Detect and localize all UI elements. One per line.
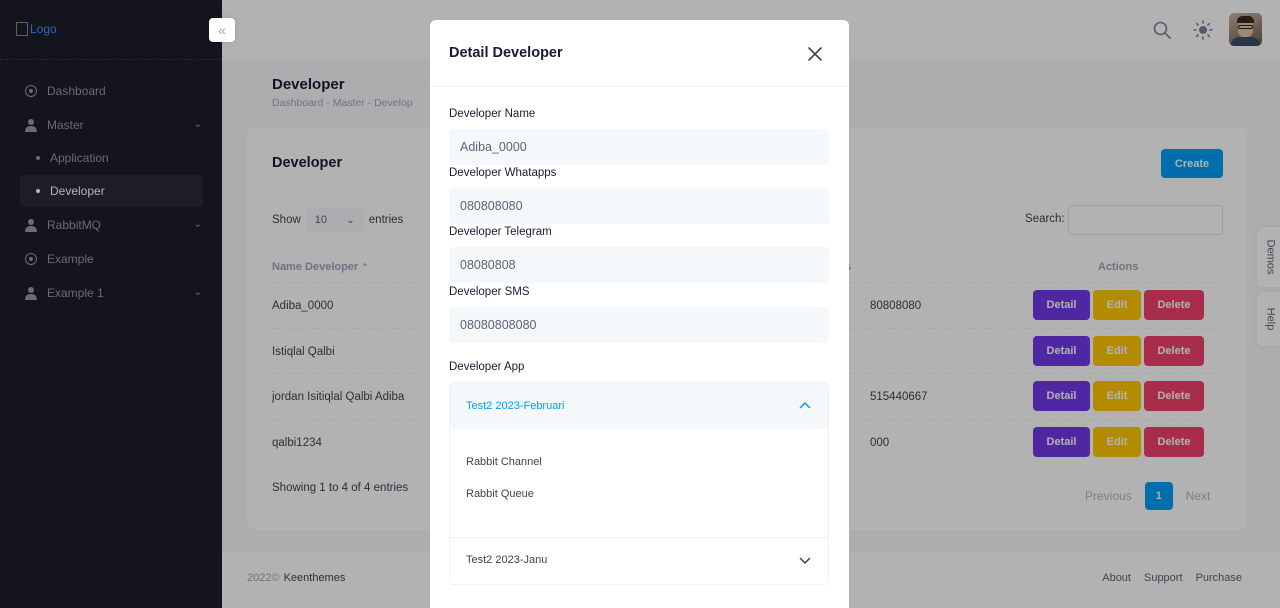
accordion-title: Test2 2023-Februari bbox=[466, 400, 565, 412]
accordion-body-februari: Rabbit Channel Rabbit Queue bbox=[450, 429, 828, 538]
developer-whatapps-field[interactable]: 080808080 bbox=[449, 188, 829, 224]
developer-sms-label: Developer SMS bbox=[449, 286, 530, 298]
developer-telegram-label: Developer Telegram bbox=[449, 226, 552, 238]
chevron-down-icon bbox=[799, 557, 811, 565]
double-chevron-left-icon: « bbox=[218, 22, 226, 38]
developer-sms-field[interactable]: 08080808080 bbox=[449, 307, 829, 343]
detail-developer-modal: Detail Developer Developer Name Adiba_00… bbox=[430, 20, 849, 608]
accordion-header-janu[interactable]: Test2 2023-Janu bbox=[450, 538, 828, 584]
close-icon[interactable] bbox=[807, 46, 823, 62]
developer-name-field[interactable]: Adiba_0000 bbox=[449, 129, 829, 165]
developer-telegram-field[interactable]: 08080808 bbox=[449, 247, 829, 283]
chevron-up-icon bbox=[799, 401, 811, 409]
sidebar-toggle-button[interactable]: « bbox=[209, 18, 235, 42]
accordion-title: Test2 2023-Janu bbox=[466, 554, 548, 566]
list-item: Rabbit Queue bbox=[466, 488, 534, 500]
accordion-header-februari[interactable]: Test2 2023-Februari bbox=[450, 383, 828, 429]
modal-title: Detail Developer bbox=[449, 45, 563, 61]
developer-app-label: Developer App bbox=[449, 361, 525, 373]
developer-whatapps-label: Developer Whatapps bbox=[449, 167, 557, 179]
developer-name-label: Developer Name bbox=[449, 108, 536, 120]
developer-app-accordion: Test2 2023-Februari Rabbit Channel Rabbi… bbox=[449, 382, 829, 585]
modal-header: Detail Developer bbox=[430, 20, 849, 87]
list-item: Rabbit Channel bbox=[466, 456, 542, 468]
